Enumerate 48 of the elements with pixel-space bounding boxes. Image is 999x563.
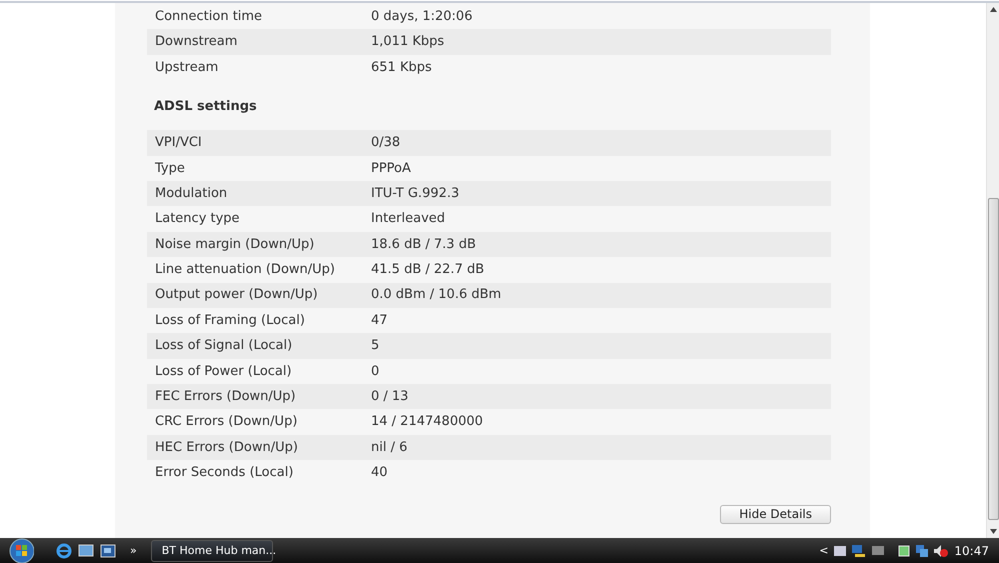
field-value: 40: [371, 464, 388, 482]
field-value: 14 / 2147480000: [371, 413, 483, 432]
window-switch-icon[interactable]: [100, 544, 116, 558]
hide-details-button[interactable]: Hide Details: [720, 504, 831, 524]
field-label: Loss of Framing (Local): [154, 312, 306, 330]
field-value: 0: [371, 362, 380, 381]
tray-expand-arrow[interactable]: <: [819, 542, 828, 560]
clock[interactable]: 10:47: [954, 542, 989, 560]
field-value: 5: [371, 337, 380, 356]
scroll-up-icon[interactable]: [990, 7, 996, 12]
taskbar-button[interactable]: BT Home Hub man...: [150, 540, 273, 562]
field-value: PPPoA: [371, 160, 411, 178]
overflow-chevron[interactable]: »: [130, 542, 137, 560]
field-value: 0 days, 1:20:06: [371, 8, 472, 26]
browser-icon[interactable]: [56, 543, 72, 559]
field-label: Upstream: [154, 58, 220, 77]
field-label: Downstream: [154, 33, 238, 52]
field-label: Noise margin (Down/Up): [154, 236, 316, 254]
field-value: 18.6 dB / 7.3 dB: [371, 236, 476, 254]
field-label: Type: [154, 160, 186, 178]
scroll-down-icon[interactable]: [990, 529, 996, 534]
field-value: ITU-T G.992.3: [371, 184, 460, 203]
field-label: FEC Errors (Down/Up): [154, 388, 297, 406]
field-value: 41.5 dB / 22.7 dB: [371, 261, 484, 280]
field-label: HEC Errors (Down/Up): [154, 438, 299, 457]
muted-speaker-icon[interactable]: [934, 545, 948, 557]
scroll-thumb[interactable]: [988, 198, 998, 520]
field-value: 0/38: [371, 134, 400, 152]
section-heading: ADSL settings: [153, 98, 258, 116]
field-label: Loss of Power (Local): [154, 362, 293, 381]
field-label: Error Seconds (Local): [154, 464, 294, 482]
field-value: nil / 6: [371, 438, 408, 457]
field-label: Output power (Down/Up): [154, 286, 319, 304]
field-label: Loss of Signal (Local): [154, 337, 294, 356]
field-value: Interleaved: [371, 210, 446, 228]
field-label: CRC Errors (Down/Up): [154, 413, 298, 432]
field-label: Latency type: [154, 210, 241, 228]
desktop-icon[interactable]: [78, 544, 94, 558]
field-label: VPI/VCI: [154, 134, 203, 152]
field-value: 0 / 13: [371, 388, 408, 406]
field-label: Line attenuation (Down/Up): [154, 261, 336, 280]
field-label: Modulation: [154, 184, 228, 203]
field-value: 0.0 dBm / 10.6 dBm: [371, 286, 502, 304]
field-value: 1,011 Kbps: [371, 33, 444, 52]
field-value: 47: [371, 312, 388, 330]
field-label: Connection time: [154, 8, 264, 26]
field-value: 651 Kbps: [371, 58, 432, 77]
scrollbar[interactable]: [986, 3, 999, 538]
